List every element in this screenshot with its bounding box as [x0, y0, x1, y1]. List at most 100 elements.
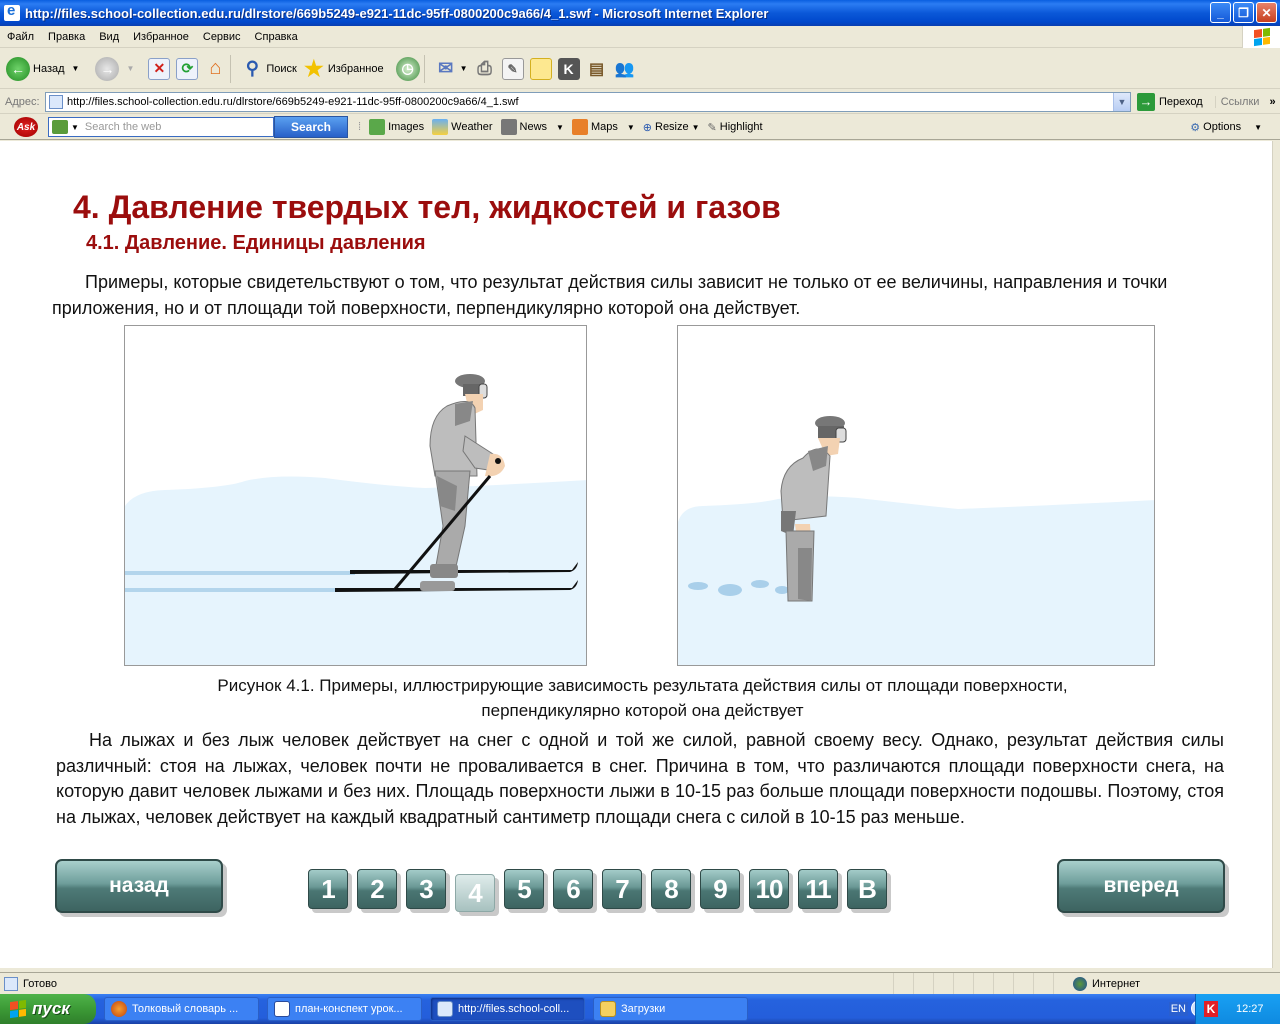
- star-icon: ★: [303, 55, 324, 81]
- search-button[interactable]: ⚲ Поиск: [241, 58, 297, 80]
- taskbar-item-ie[interactable]: http://files.school-coll...: [430, 997, 585, 1021]
- intro-paragraph: Примеры, которые свидетельствуют о том, …: [52, 272, 1168, 318]
- messenger-icon: 👥: [614, 60, 635, 78]
- address-dropdown-icon[interactable]: ▼: [1113, 92, 1130, 111]
- language-indicator[interactable]: EN: [1168, 1002, 1188, 1016]
- print-button[interactable]: ⎙: [474, 58, 496, 80]
- figure-walker: [677, 325, 1155, 666]
- globe-icon: [1073, 977, 1087, 991]
- mail-dropdown-icon[interactable]: ▼: [460, 64, 468, 73]
- history-button[interactable]: ◷: [390, 56, 420, 81]
- window-title: http://files.school-collection.edu.ru/dl…: [25, 5, 769, 21]
- status-bar: Готово Интернет: [0, 972, 1280, 995]
- menu-file[interactable]: Файл: [0, 31, 41, 43]
- page-button-9[interactable]: 9: [700, 869, 740, 909]
- window-edge: [1272, 141, 1280, 968]
- page-button-5[interactable]: 5: [504, 869, 544, 909]
- ask-options[interactable]: ⚙ Options ▼: [1190, 121, 1262, 134]
- window-controls: _ ❐ ✕: [1210, 2, 1277, 23]
- page-button-3[interactable]: 3: [406, 869, 446, 909]
- ask-weather[interactable]: Weather: [432, 119, 493, 135]
- clock[interactable]: 12:27: [1236, 1003, 1264, 1015]
- ask-search-input[interactable]: ▼ Search the web: [48, 117, 274, 137]
- figure-caption: Рисунок 4.1. Примеры, иллюстрирующие зав…: [217, 676, 1068, 720]
- home-button[interactable]: ⌂: [204, 57, 226, 80]
- kaspersky-icon[interactable]: K: [1204, 1001, 1218, 1017]
- ask-search-button[interactable]: Search: [274, 116, 348, 138]
- k-icon: K: [557, 57, 580, 80]
- system-tray: K 12:27: [1195, 994, 1280, 1024]
- menu-view[interactable]: Вид: [92, 31, 126, 43]
- status-cells: [893, 973, 1073, 995]
- stop-button[interactable]: ✕: [140, 57, 171, 80]
- page-navigation: 1 2 3 4 5 6 7 8 9 10 11 В: [308, 869, 887, 912]
- favorites-button[interactable]: ★ Избранное: [303, 55, 384, 81]
- menu-favorites[interactable]: Избранное: [126, 31, 196, 43]
- page-button-2[interactable]: 2: [357, 869, 397, 909]
- footprint: [751, 580, 769, 588]
- edit-button[interactable]: ✎: [501, 57, 524, 80]
- discuss-button[interactable]: [529, 57, 552, 80]
- ski-track: [125, 571, 355, 575]
- back-button[interactable]: ← Назад ▼: [6, 56, 80, 81]
- page-button-1[interactable]: 1: [308, 869, 348, 909]
- ie-icon: [437, 1001, 453, 1017]
- mail-icon: ✉: [438, 58, 454, 78]
- ask-news[interactable]: News ▼: [500, 119, 564, 135]
- window-titlebar[interactable]: http://files.school-collection.edu.ru/dl…: [0, 0, 1280, 26]
- page-subheading: 4.1. Давление. Единицы давления: [86, 232, 426, 254]
- page-button-7[interactable]: 7: [602, 869, 642, 909]
- links-button[interactable]: Ссылки: [1214, 95, 1259, 108]
- windows-logo-icon: [10, 999, 26, 1019]
- print-icon: ⎙: [477, 58, 492, 78]
- news-dropdown-icon[interactable]: ▼: [556, 123, 564, 132]
- close-button[interactable]: ✕: [1256, 2, 1277, 23]
- chevron-more-icon[interactable]: »: [1269, 96, 1275, 108]
- start-button[interactable]: пуск: [0, 994, 96, 1024]
- menu-help[interactable]: Справка: [248, 31, 305, 43]
- ask-maps[interactable]: Maps ▼: [571, 119, 635, 135]
- ask-images[interactable]: Images: [369, 119, 424, 135]
- maps-dropdown-icon[interactable]: ▼: [627, 123, 635, 132]
- research-button[interactable]: ▤: [586, 58, 608, 80]
- taskbar-item-downloads[interactable]: Загрузки: [593, 997, 748, 1021]
- page-button-6[interactable]: 6: [553, 869, 593, 909]
- page-button-8[interactable]: 8: [651, 869, 691, 909]
- snow-ground: [678, 496, 1154, 665]
- go-button[interactable]: → Переход: [1137, 92, 1203, 111]
- back-nav-button[interactable]: назад: [55, 859, 223, 913]
- forward-button[interactable]: → ▼: [85, 56, 134, 81]
- page-button-v[interactable]: В: [847, 869, 887, 909]
- ask-resize[interactable]: ⊕ Resize ▼: [643, 121, 700, 134]
- menu-edit[interactable]: Правка: [41, 31, 92, 43]
- minimize-button[interactable]: _: [1210, 2, 1231, 23]
- forward-nav-button[interactable]: вперед: [1057, 859, 1225, 913]
- refresh-icon: ⟳: [176, 57, 199, 80]
- mail-button[interactable]: ✉ ▼: [435, 58, 468, 80]
- resize-dropdown-icon[interactable]: ▼: [692, 123, 700, 132]
- search-engine-dropdown-icon[interactable]: ▼: [71, 123, 79, 132]
- footprint: [775, 586, 789, 594]
- grip-icon: ⁞: [358, 121, 362, 133]
- back-dropdown-icon[interactable]: ▼: [72, 64, 80, 73]
- history-icon: ◷: [395, 56, 420, 81]
- menu-tools[interactable]: Сервис: [196, 31, 248, 43]
- ask-highlight[interactable]: ✎ Highlight: [708, 121, 763, 134]
- address-input[interactable]: http://files.school-collection.edu.ru/dl…: [45, 91, 1131, 112]
- status-text: Готово: [23, 977, 57, 990]
- figure-skier: [124, 325, 587, 666]
- restore-button[interactable]: ❐: [1233, 2, 1254, 23]
- k-button[interactable]: K: [557, 57, 580, 80]
- address-label: Адрес:: [5, 95, 40, 108]
- page-button-11[interactable]: 11: [798, 869, 838, 909]
- ask-toolbar: Ask ▼ Search the web Search ⁞ Images Wea…: [0, 115, 1280, 140]
- taskbar-item-word[interactable]: план-конспект урок...: [267, 997, 422, 1021]
- ask-logo[interactable]: Ask: [14, 117, 38, 137]
- standard-toolbar: ← Назад ▼ → ▼ ✕ ⟳ ⌂ ⚲ Поиск ★ Избранное …: [0, 49, 1280, 89]
- page-button-10[interactable]: 10: [749, 869, 789, 909]
- refresh-button[interactable]: ⟳: [176, 57, 199, 80]
- taskbar-item-firefox[interactable]: Толковый словарь ...: [104, 997, 259, 1021]
- page-button-4-current[interactable]: 4: [455, 874, 495, 912]
- ie-icon: [4, 2, 20, 21]
- messenger-button[interactable]: 👥: [614, 58, 636, 80]
